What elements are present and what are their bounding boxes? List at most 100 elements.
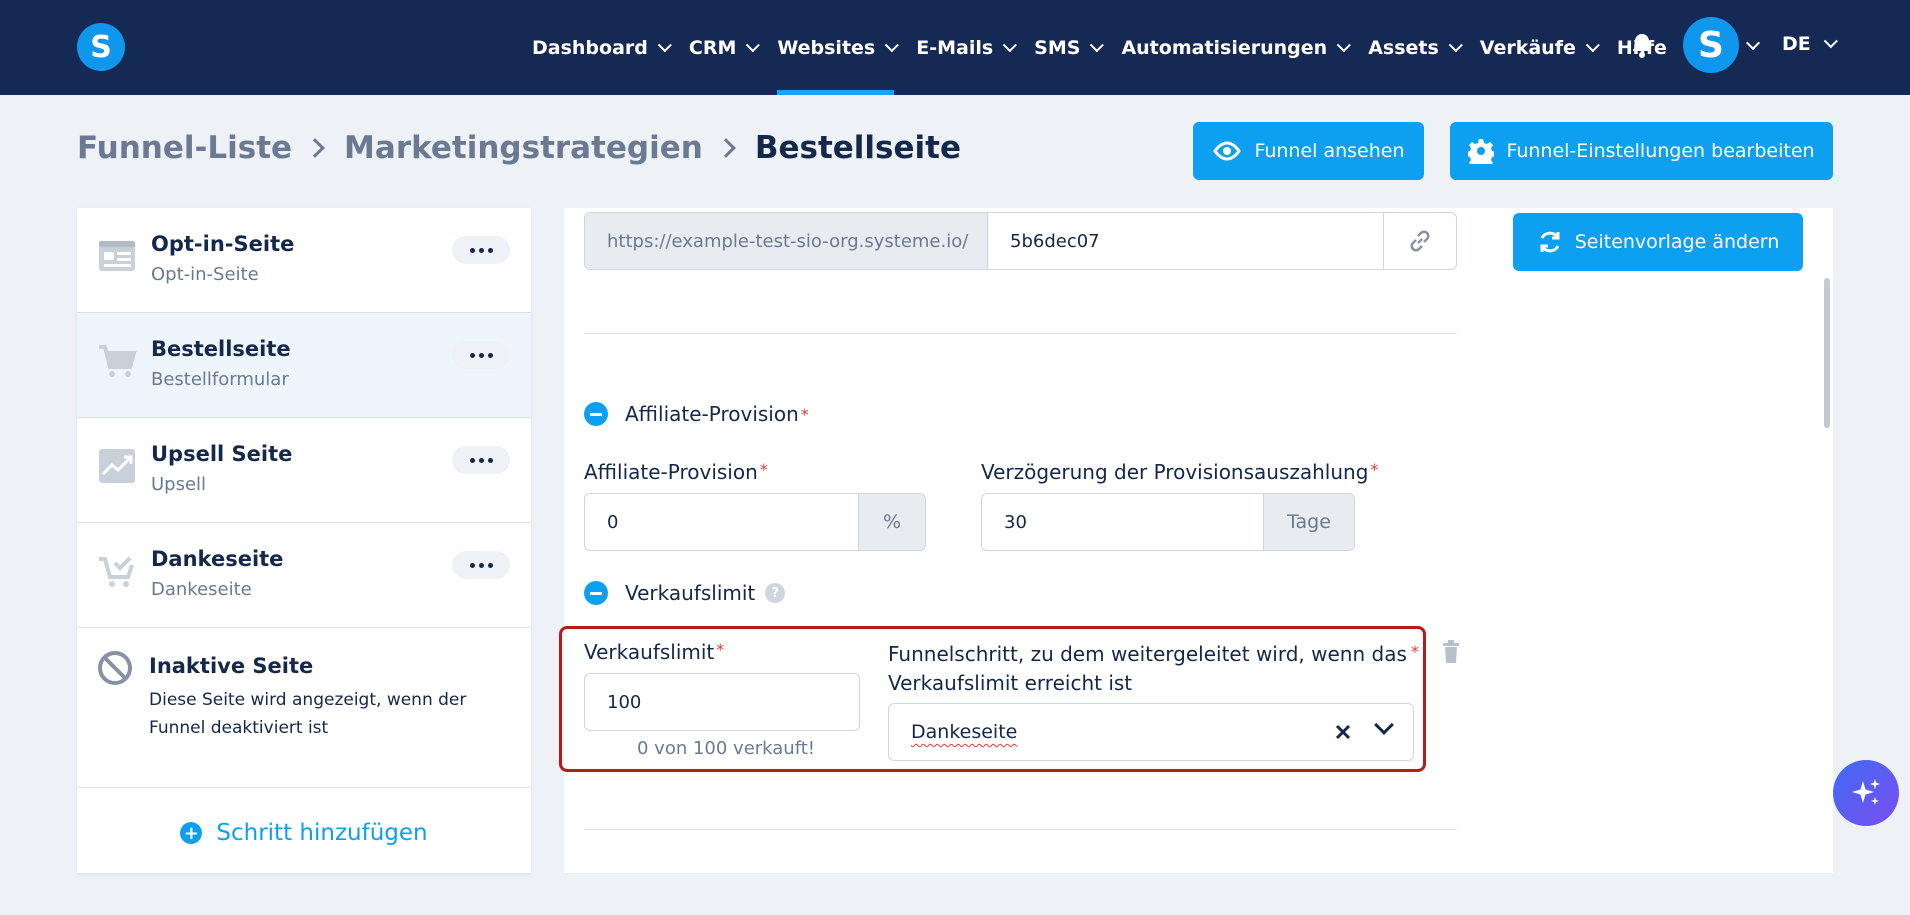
affiliate-label-text: Affiliate-Provision xyxy=(584,460,758,484)
copy-link-button[interactable] xyxy=(1383,213,1456,269)
required-marker: * xyxy=(716,640,725,659)
payout-delay-value[interactable]: 30 xyxy=(982,494,1263,550)
ai-assistant-button[interactable] xyxy=(1833,760,1899,826)
language-label: DE xyxy=(1782,33,1811,55)
sales-limit-section-toggle: Verkaufslimit ? xyxy=(584,581,786,605)
nav-crm-label: CRM xyxy=(688,36,737,59)
nav-websites-label: Websites xyxy=(777,36,876,59)
funnel-steps-sidebar: Opt-in-Seite Opt-in-Seite Bestellseite B… xyxy=(77,208,531,873)
nav-crm[interactable]: CRM xyxy=(688,0,761,95)
chevron-down-icon[interactable] xyxy=(1745,35,1761,51)
sales-limit-section-title: Verkaufslimit xyxy=(625,581,756,605)
nav-websites[interactable]: Websites xyxy=(777,0,900,95)
cart-check-icon xyxy=(99,556,134,587)
chevron-down-icon xyxy=(1823,34,1838,49)
step-title: Bestellseite xyxy=(151,337,291,361)
redirect-label-line1: Funnelschritt, zu dem weitergeleitet wir… xyxy=(888,642,1407,666)
affiliate-commission-value[interactable]: 0 xyxy=(585,494,858,550)
change-template-label: Seitenvorlage ändern xyxy=(1574,231,1780,253)
chevron-down-icon xyxy=(657,37,672,52)
nav-assets-label: Assets xyxy=(1368,36,1439,59)
add-step-button[interactable]: + Schritt hinzufügen xyxy=(77,793,531,873)
view-funnel-button[interactable]: Funnel ansehen xyxy=(1193,122,1424,180)
step-options-button[interactable] xyxy=(452,236,510,264)
nav-automations-label: Automatisierungen xyxy=(1121,36,1328,59)
step-options-button[interactable] xyxy=(452,551,510,579)
view-funnel-label: Funnel ansehen xyxy=(1254,140,1405,162)
funnel-step-upsell[interactable]: Upsell Seite Upsell xyxy=(77,418,531,523)
page-url-field: https://example-test-sio-org.systeme.io/… xyxy=(584,212,1457,270)
required-marker: * xyxy=(800,404,809,424)
nav-assets[interactable]: Assets xyxy=(1368,0,1463,95)
sales-limit-input[interactable]: 100 xyxy=(584,673,860,731)
plus-circle-icon: + xyxy=(180,822,203,844)
chevron-down-icon xyxy=(884,37,900,52)
link-icon xyxy=(1410,230,1430,252)
breadcrumb-funnel-list[interactable]: Funnel-Liste xyxy=(77,130,292,166)
step-options-button[interactable] xyxy=(452,446,510,474)
breadcrumb: Funnel-Liste Marketingstrategien Bestell… xyxy=(77,130,961,166)
nav-sms[interactable]: SMS xyxy=(1034,0,1105,95)
chevron-down-icon xyxy=(746,37,761,52)
chevron-down-icon xyxy=(1448,37,1463,52)
ban-icon xyxy=(98,651,132,685)
user-avatar[interactable]: S xyxy=(1683,17,1739,73)
chevron-down-icon xyxy=(1002,37,1018,52)
chevron-down-icon[interactable] xyxy=(1374,715,1394,735)
url-prefix: https://example-test-sio-org.systeme.io/ xyxy=(585,213,988,269)
refresh-icon xyxy=(1540,231,1560,253)
redirect-step-select[interactable]: Dankeseite xyxy=(888,703,1414,761)
edit-funnel-settings-button[interactable]: Funnel-Einstellungen bearbeiten xyxy=(1450,122,1833,180)
step-title: Dankeseite xyxy=(151,547,284,571)
top-navigation: S Dashboard CRM Websites E-Mails SMS Aut… xyxy=(0,0,1910,95)
help-icon[interactable]: ? xyxy=(765,583,786,603)
step-title: Opt-in-Seite xyxy=(151,232,295,256)
affiliate-section-toggle: Affiliate-Provision * xyxy=(584,402,809,426)
collapse-icon[interactable] xyxy=(584,402,608,426)
language-selector[interactable]: DE xyxy=(1782,33,1838,55)
sales-limit-value[interactable]: 100 xyxy=(585,674,859,730)
change-template-button[interactable]: Seitenvorlage ändern xyxy=(1513,213,1803,271)
step-options-button[interactable] xyxy=(452,341,510,369)
funnel-step-order[interactable]: Bestellseite Bestellformular xyxy=(77,313,531,418)
gear-icon xyxy=(1468,139,1495,164)
nav-emails[interactable]: E-Mails xyxy=(916,0,1018,95)
app-logo[interactable]: S xyxy=(77,23,125,71)
chevron-right-icon xyxy=(305,138,325,158)
step-subtitle: Upsell xyxy=(151,474,207,495)
nav-dashboard[interactable]: Dashboard xyxy=(532,0,672,95)
upsell-chart-icon xyxy=(99,449,135,483)
chevron-right-icon xyxy=(715,138,736,158)
funnel-step-thankyou[interactable]: Dankeseite Dankeseite xyxy=(77,523,531,628)
sales-count-hint: 0 von 100 verkauft! xyxy=(637,738,816,759)
required-marker: * xyxy=(1370,460,1379,479)
step-settings-panel: https://example-test-sio-org.systeme.io/… xyxy=(559,208,1833,873)
trash-icon[interactable] xyxy=(1441,640,1461,664)
collapse-icon[interactable] xyxy=(584,581,608,605)
inactive-page-step[interactable]: Inaktive Seite Diese Seite wird angezeig… xyxy=(77,628,531,788)
days-suffix: Tage xyxy=(1263,494,1354,550)
nav-dashboard-label: Dashboard xyxy=(532,36,648,59)
divider xyxy=(584,829,1457,830)
breadcrumb-funnel[interactable]: Marketingstrategien xyxy=(344,130,703,166)
chevron-down-icon xyxy=(1090,37,1105,52)
percent-suffix: % xyxy=(858,494,925,550)
payout-delay-label-text: Verzögerung der Provisionsauszahlung xyxy=(981,460,1369,484)
payout-delay-input[interactable]: 30 Tage xyxy=(981,493,1355,551)
clear-icon[interactable] xyxy=(1333,722,1353,742)
eye-icon xyxy=(1213,141,1242,161)
nav-sales[interactable]: Verkäufe xyxy=(1480,0,1600,95)
bell-icon[interactable] xyxy=(1630,32,1654,58)
panel-scrollbar[interactable] xyxy=(1824,278,1830,428)
required-marker: * xyxy=(1411,642,1419,661)
funnel-step-optin[interactable]: Opt-in-Seite Opt-in-Seite xyxy=(77,208,531,313)
main-menu: Dashboard CRM Websites E-Mails SMS Autom… xyxy=(532,0,1689,95)
redirect-step-value: Dankeseite xyxy=(911,721,1018,743)
nav-sms-label: SMS xyxy=(1034,36,1081,59)
redirect-label-line2: Verkaufslimit erreicht ist xyxy=(888,671,1133,695)
url-slug-input[interactable]: 5b6dec07 xyxy=(988,213,1383,269)
sparkles-icon xyxy=(1852,779,1880,805)
nav-automations[interactable]: Automatisierungen xyxy=(1121,0,1352,95)
step-subtitle: Opt-in-Seite xyxy=(151,264,259,285)
affiliate-commission-input[interactable]: 0 % xyxy=(584,493,926,551)
